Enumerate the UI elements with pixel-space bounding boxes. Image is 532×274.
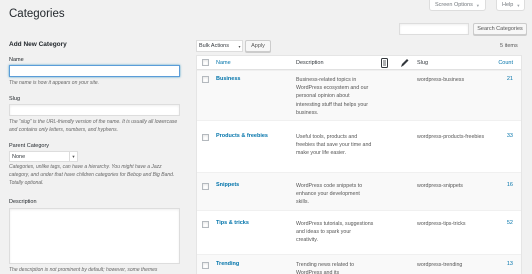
categories-table: Name Description Slug Count Business Bus… <box>196 55 522 274</box>
bulk-actions-select[interactable]: Bulk Actions ▾ <box>196 40 243 52</box>
row-count-link[interactable]: 33 <box>507 133 513 139</box>
slug-help-text: The “slug” is the URL-friendly version o… <box>9 119 178 133</box>
description-help-text: The description is not prominent by defa… <box>9 267 158 273</box>
row-checkbox[interactable] <box>202 262 209 269</box>
row-slug: wordpress-products-freebies <box>417 134 485 140</box>
table-row: Products & freebies Useful tools, produc… <box>197 120 521 172</box>
row-checkbox[interactable] <box>202 134 209 141</box>
column-header-slug: Slug <box>417 60 429 66</box>
name-help-text: The name is how it appears on your site. <box>9 80 100 86</box>
parent-category-label: Parent Category <box>9 143 50 149</box>
row-checkbox[interactable] <box>202 221 209 228</box>
column-header-count[interactable]: Count <box>498 60 513 66</box>
description-textarea[interactable] <box>9 208 180 264</box>
pencil-icon <box>400 58 409 70</box>
description-label: Description <box>9 199 37 205</box>
table-row: Business Business-related topics in Word… <box>197 70 521 120</box>
parent-category-select[interactable]: None ▼ <box>9 151 78 162</box>
screen-options-label: Screen Options <box>435 2 473 8</box>
apply-button[interactable]: Apply <box>245 40 271 52</box>
row-description: WordPress code snippets to enhance your … <box>296 183 363 206</box>
row-count-link[interactable]: 16 <box>507 182 513 188</box>
search-input[interactable] <box>399 23 469 35</box>
caret-down-icon: ▼ <box>516 2 521 8</box>
bulk-actions-value: Bulk Actions <box>199 43 229 49</box>
row-count-link[interactable]: 13 <box>507 261 513 267</box>
column-header-description: Description <box>296 60 324 66</box>
row-slug: wordpress-tips-tricks <box>417 221 466 227</box>
row-name-link[interactable]: Trending <box>216 261 239 267</box>
row-description: Trending news related to WordPress and i… <box>296 262 355 274</box>
items-count: 5 items <box>500 43 518 49</box>
name-input[interactable] <box>9 65 180 77</box>
posts-column-icon <box>381 58 388 70</box>
chevron-down-icon: ▾ <box>238 43 241 49</box>
row-slug: wordpress-snippets <box>417 183 463 189</box>
row-description: Useful tools, products and freebies that… <box>296 134 372 157</box>
table-row: Trending Trending news related to WordPr… <box>197 254 521 274</box>
row-description: Business-related topics in WordPress eco… <box>296 77 369 116</box>
table-row: Snippets WordPress code snippets to enha… <box>197 172 521 210</box>
help-button[interactable]: Help ▼ <box>496 0 525 11</box>
parent-category-help-text: Categories, unlike tags, can have a hier… <box>9 164 175 186</box>
row-checkbox[interactable] <box>202 183 209 190</box>
slug-input[interactable] <box>9 104 180 116</box>
row-name-link[interactable]: Snippets <box>216 182 239 188</box>
row-count-link[interactable]: 21 <box>507 76 513 82</box>
apply-label: Apply <box>251 43 265 49</box>
row-checkbox[interactable] <box>202 76 209 83</box>
add-new-category-heading: Add New Category <box>9 41 67 48</box>
search-categories-button[interactable]: Search Categories <box>473 23 527 35</box>
row-count-link[interactable]: 52 <box>507 220 513 226</box>
name-label: Name <box>9 57 24 63</box>
slug-label: Slug <box>9 96 21 102</box>
caret-down-icon: ▼ <box>475 2 480 8</box>
screen-options-button[interactable]: Screen Options ▼ <box>429 0 486 11</box>
table-row: Tips & tricks WordPress tutorials, sugge… <box>197 210 521 254</box>
select-all-checkbox[interactable] <box>202 59 209 66</box>
row-name-link[interactable]: Business <box>216 76 240 82</box>
chevron-down-icon: ▼ <box>69 152 77 161</box>
parent-category-value: None <box>12 153 26 160</box>
table-header: Name Description Slug Count <box>197 56 521 70</box>
row-slug: wordpress-trending <box>417 262 463 268</box>
row-name-link[interactable]: Tips & tricks <box>216 220 249 226</box>
row-name-link[interactable]: Products & freebies <box>216 133 268 139</box>
page-title: Categories <box>9 8 65 20</box>
search-categories-label: Search Categories <box>477 26 523 32</box>
help-label: Help <box>502 2 514 8</box>
row-slug: wordpress-business <box>417 77 465 83</box>
row-description: WordPress tutorials, suggestions and ide… <box>296 221 374 244</box>
column-header-name[interactable]: Name <box>216 60 231 66</box>
